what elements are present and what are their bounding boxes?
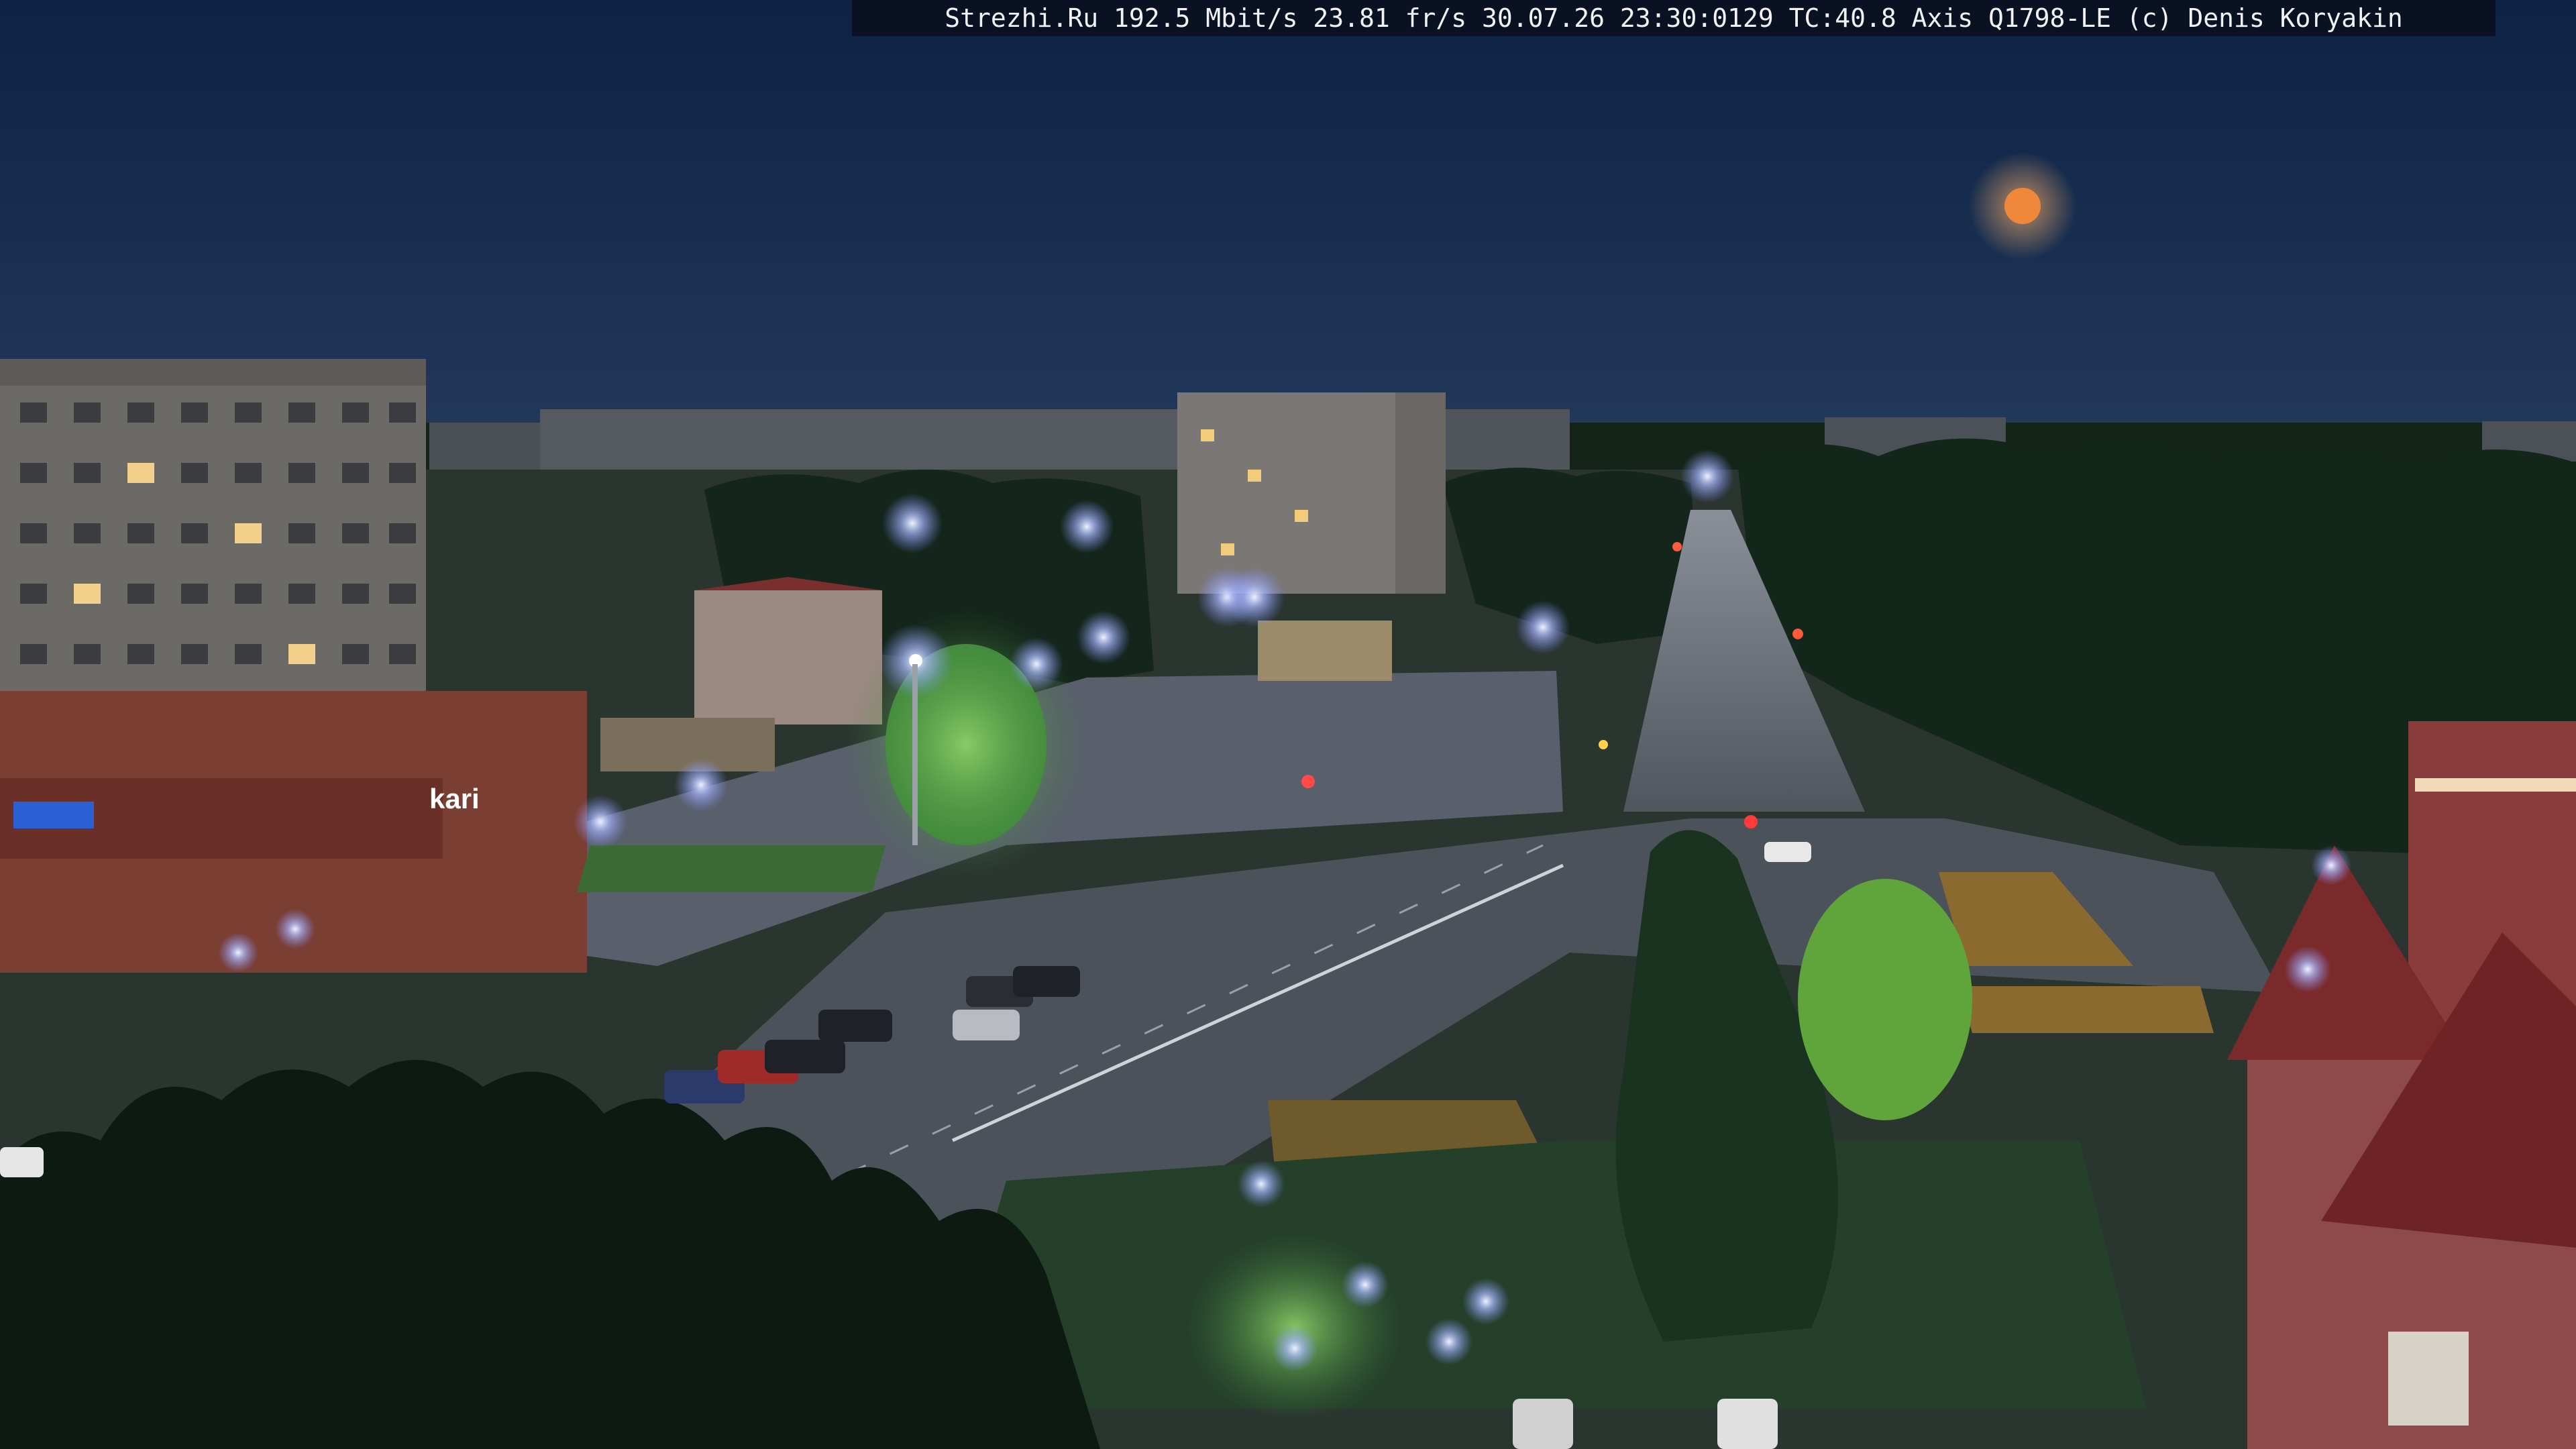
camera-info-overlay: Strezhi.Ru 192.5 Mbit/s 23.81 fr/s 30.07… <box>852 0 2496 36</box>
small-pavilion <box>1258 621 1392 681</box>
city-night-scene: kari <box>0 0 2576 1449</box>
flower-bed-2 <box>1959 986 2214 1033</box>
left-lawn <box>577 845 885 892</box>
lawn <box>939 1140 2147 1409</box>
lit-tree-right <box>1798 879 1972 1120</box>
central-tower <box>1177 392 1446 594</box>
moon <box>2004 188 2041 224</box>
shop-sign-kari: kari <box>429 783 480 814</box>
